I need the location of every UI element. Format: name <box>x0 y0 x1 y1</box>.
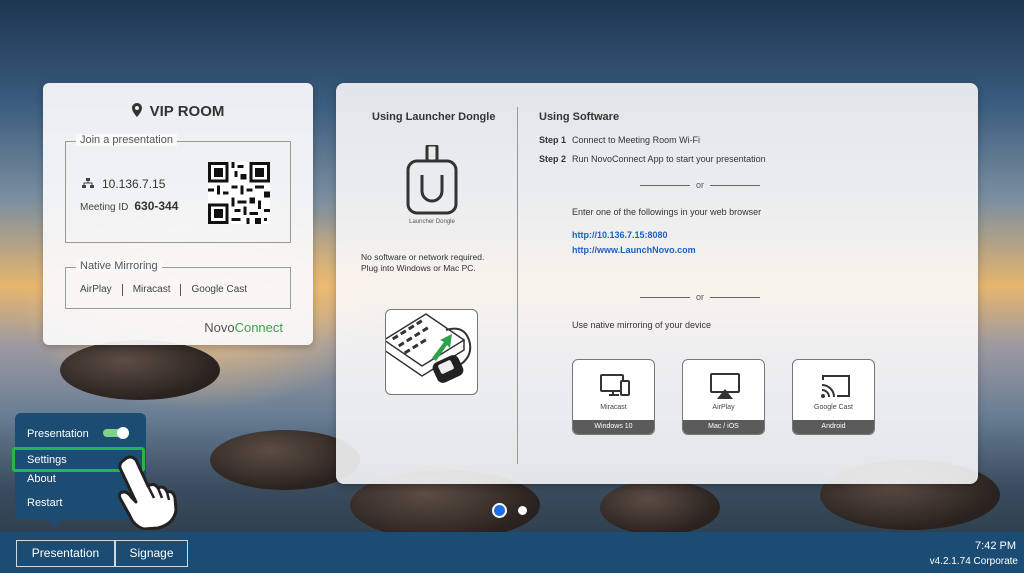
cast-icon <box>821 375 850 398</box>
step-text: Run NovoConnect App to start your presen… <box>572 154 766 164</box>
network-icon <box>82 178 94 188</box>
section-divider <box>517 107 518 464</box>
mirroring-method: Google Cast <box>180 284 257 296</box>
step-text: Connect to Meeting Room Wi-Fi <box>572 135 701 145</box>
software-heading: Using Software <box>539 111 620 123</box>
connection-instructions-card: Using Launcher Dongle Launcher Dongle No… <box>336 83 978 484</box>
brand-part: Novo <box>204 320 235 335</box>
launchnovo-url-link[interactable]: http://www.LaunchNovo.com <box>572 245 696 255</box>
toggle-knob <box>117 427 129 439</box>
menu-item-presentation[interactable]: Presentation <box>27 428 89 440</box>
monitor-phone-icon <box>600 374 630 396</box>
dongle-description-line: No software or network required. <box>361 252 485 262</box>
dongle-heading: Using Launcher Dongle <box>372 111 496 123</box>
meeting-id-row: Meeting ID 630-344 <box>80 199 178 213</box>
ip-address-row: 10.136.7.15 <box>82 177 165 191</box>
device-name: Google Cast <box>814 404 853 411</box>
or-text: or <box>696 180 705 190</box>
device-card-airplay: AirPlay Mac / iOS <box>682 359 765 435</box>
room-info-card: VIP ROOM Join a presentation 10.136.7.15… <box>43 83 313 345</box>
meeting-id-label: Meeting ID <box>80 202 129 213</box>
dongle-description-line: Plug into Windows or Mac PC. <box>361 263 476 273</box>
meeting-id: 630-344 <box>134 199 179 213</box>
launcher-dongle-icon <box>406 145 458 215</box>
or-separator: or <box>640 180 761 190</box>
qr-code-icon <box>208 162 270 224</box>
room-name: VIP ROOM <box>149 103 225 120</box>
mirroring-method: AirPlay <box>80 284 112 295</box>
dongle-caption: Launcher Dongle <box>409 219 455 225</box>
room-title: VIP ROOM <box>43 103 313 120</box>
menu-item-restart[interactable]: Restart <box>27 497 62 509</box>
device-os: Mac / iOS <box>683 420 764 434</box>
join-legend: Join a presentation <box>76 134 177 146</box>
step-label: Step 1 <box>539 135 567 145</box>
presentation-toggle[interactable] <box>103 427 129 439</box>
device-os: Android <box>793 420 874 434</box>
brand-part: Connect <box>234 320 283 335</box>
device-os: Windows 10 <box>573 420 654 434</box>
or-text: or <box>696 292 705 302</box>
background-rock <box>60 340 220 400</box>
device-card-miracast: Miracast Windows 10 <box>572 359 655 435</box>
airplay-icon <box>710 373 740 399</box>
bottom-taskbar: Presentation Signage 7:42 PM v4.2.1.74 C… <box>0 532 1024 573</box>
plug-in-illustration <box>385 309 478 395</box>
browser-note: Enter one of the followings in your web … <box>572 207 762 217</box>
page-dot[interactable] <box>518 506 527 515</box>
clock: 7:42 PM <box>975 540 1016 552</box>
background-rock <box>600 480 720 535</box>
join-presentation-box: Join a presentation 10.136.7.15 Meeting … <box>65 134 291 243</box>
step-1: Step 1 Connect to Meeting Room Wi-Fi <box>539 135 700 145</box>
version-label: v4.2.1.74 Corporate <box>929 556 1018 567</box>
native-mirroring-box: Native Mirroring AirPlay Miracast Google… <box>65 260 291 309</box>
mirroring-method: Miracast <box>121 284 181 296</box>
mirroring-legend: Native Mirroring <box>76 260 162 272</box>
device-name: Miracast <box>600 404 627 411</box>
menu-item-about[interactable]: About <box>27 473 56 485</box>
mirroring-methods: AirPlay Miracast Google Cast <box>80 284 257 296</box>
tab-presentation[interactable]: Presentation <box>16 540 115 567</box>
device-card-google-cast: Google Cast Android <box>792 359 875 435</box>
step-label: Step 2 <box>539 154 567 164</box>
ip-address: 10.136.7.15 <box>102 177 166 191</box>
novoconnect-logo: NovoConnect <box>204 320 283 335</box>
local-url-link[interactable]: http://10.136.7.15:8080 <box>572 230 668 240</box>
pointing-hand-icon <box>118 455 178 530</box>
or-separator: or <box>640 292 761 302</box>
laptop-dongle-icon <box>386 313 472 383</box>
page-dot-active[interactable] <box>492 503 507 518</box>
dongle-description: No software or network required. Plug in… <box>361 252 511 274</box>
device-name: AirPlay <box>712 404 735 411</box>
location-pin-icon <box>131 103 142 117</box>
tab-signage[interactable]: Signage <box>115 540 188 567</box>
step-2: Step 2 Run NovoConnect App to start your … <box>539 154 766 164</box>
mirroring-note: Use native mirroring of your device <box>572 320 712 330</box>
